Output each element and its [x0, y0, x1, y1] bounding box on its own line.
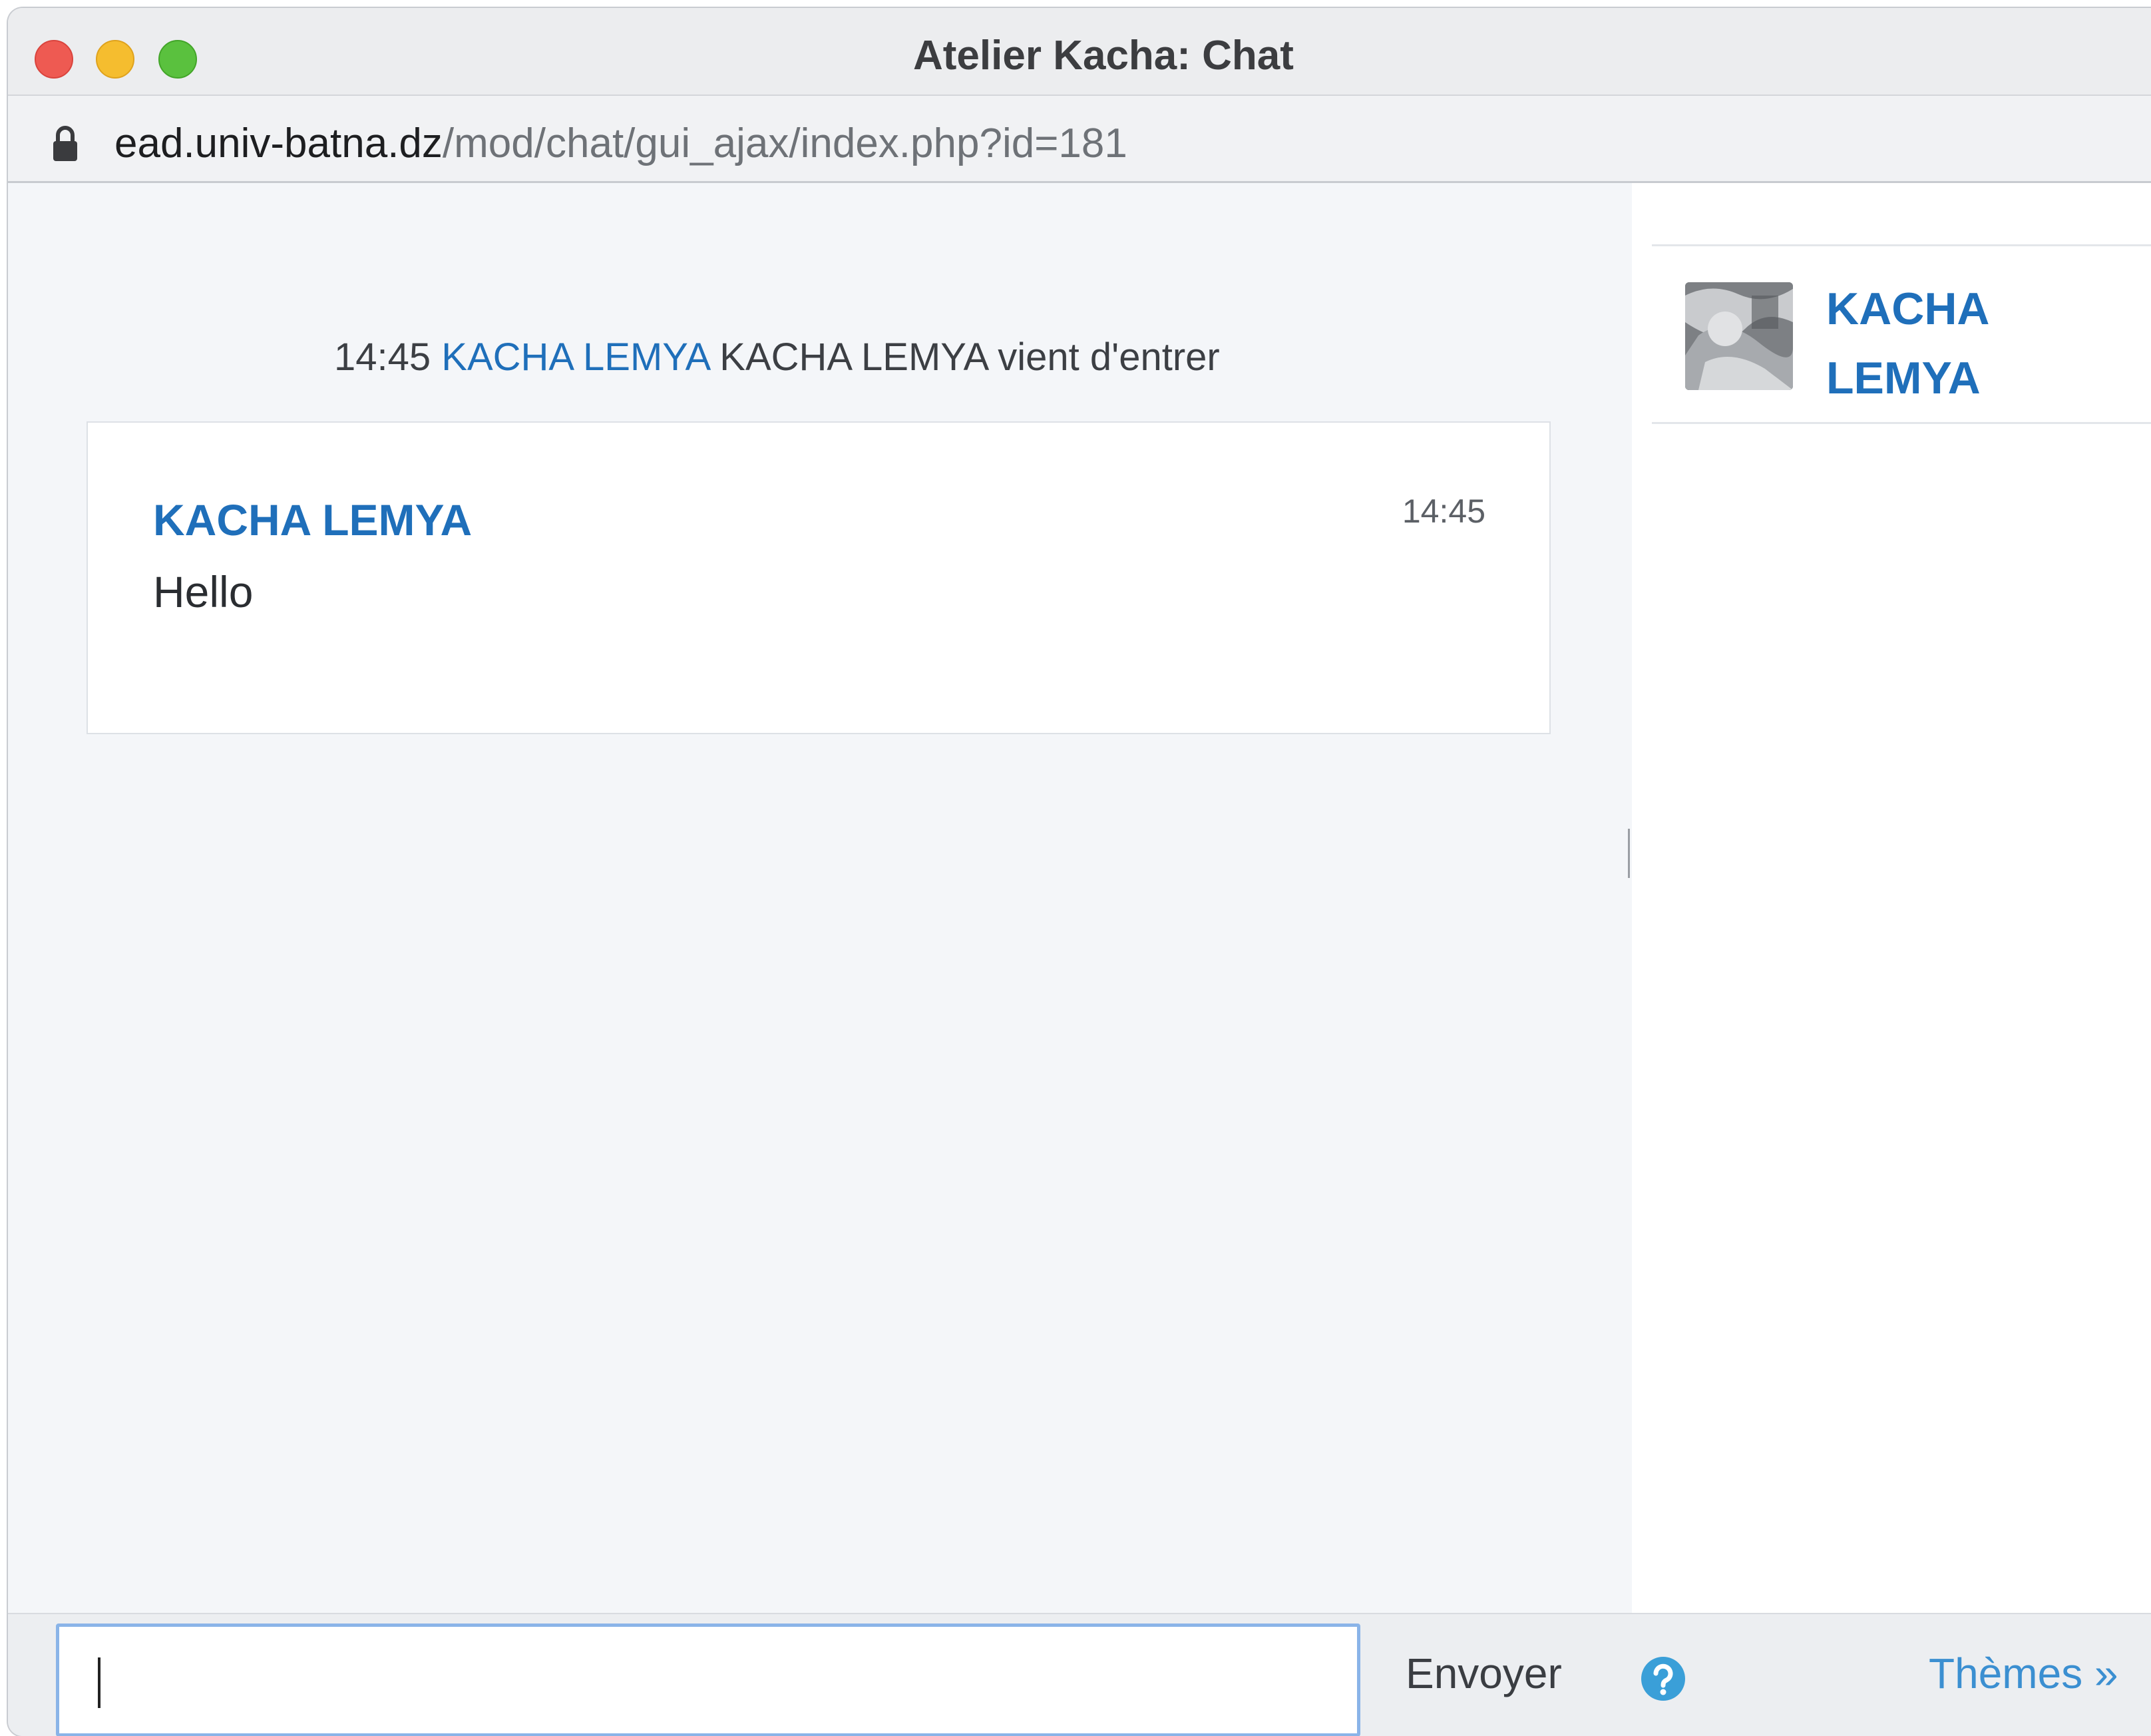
message-input[interactable]: [56, 1624, 1360, 1736]
composer-bar: Envoyer Thèmes »: [8, 1613, 2151, 1736]
minimize-window-button[interactable]: [96, 40, 134, 79]
system-message-text: KACHA LEMYA vient d'entrer: [719, 335, 1220, 379]
system-message: 14:45 KACHA LEMYA KACHA LEMYA vient d'en…: [334, 335, 1220, 379]
user-second-line: LEMYA: [1826, 353, 1981, 403]
message-time: 14:45: [1402, 493, 1485, 530]
url-text[interactable]: ead.univ-batna.dz/mod/chat/gui_ajax/inde…: [114, 120, 1127, 167]
users-panel: KACHA LEMYA: [1632, 183, 2151, 1613]
zoom-window-button[interactable]: [158, 40, 197, 79]
window-title: Atelier Kacha: Chat: [913, 33, 1294, 79]
question-circle-icon[interactable]: [1640, 1655, 1686, 1702]
browser-window: Atelier Kacha: Chat ead.univ-batna.dz/mo…: [8, 8, 2151, 1736]
user-list-item[interactable]: KACHA LEMYA: [1652, 244, 2151, 424]
send-button[interactable]: Envoyer: [1406, 1649, 1562, 1698]
lock-icon: [53, 126, 77, 161]
themes-link[interactable]: Thèmes »: [1929, 1649, 2118, 1698]
url-path: /mod/chat/gui_ajax/index.php?id=181: [442, 120, 1127, 166]
address-bar[interactable]: ead.univ-batna.dz/mod/chat/gui_ajax/inde…: [8, 96, 2151, 183]
chat-message: KACHA LEMYA 14:45 Hello: [87, 421, 1551, 734]
system-message-time: 14:45: [334, 335, 431, 379]
title-bar: Atelier Kacha: Chat: [8, 8, 2151, 96]
url-host: ead.univ-batna.dz: [114, 120, 443, 166]
chat-messages-area[interactable]: 14:45 KACHA LEMYA KACHA LEMYA vient d'en…: [8, 183, 1625, 1613]
system-message-user-link[interactable]: KACHA LEMYA: [441, 335, 709, 379]
user-photo-avatar-icon: [1685, 282, 1793, 390]
user-avatar[interactable]: [1685, 282, 1793, 390]
user-name[interactable]: KACHA LEMYA: [1826, 274, 2106, 413]
text-caret: [98, 1657, 100, 1708]
user-first-line: KACHA: [1826, 284, 1990, 334]
message-text: Hello: [153, 567, 254, 616]
close-window-button[interactable]: [35, 40, 73, 79]
message-author[interactable]: KACHA LEMYA: [153, 495, 472, 545]
